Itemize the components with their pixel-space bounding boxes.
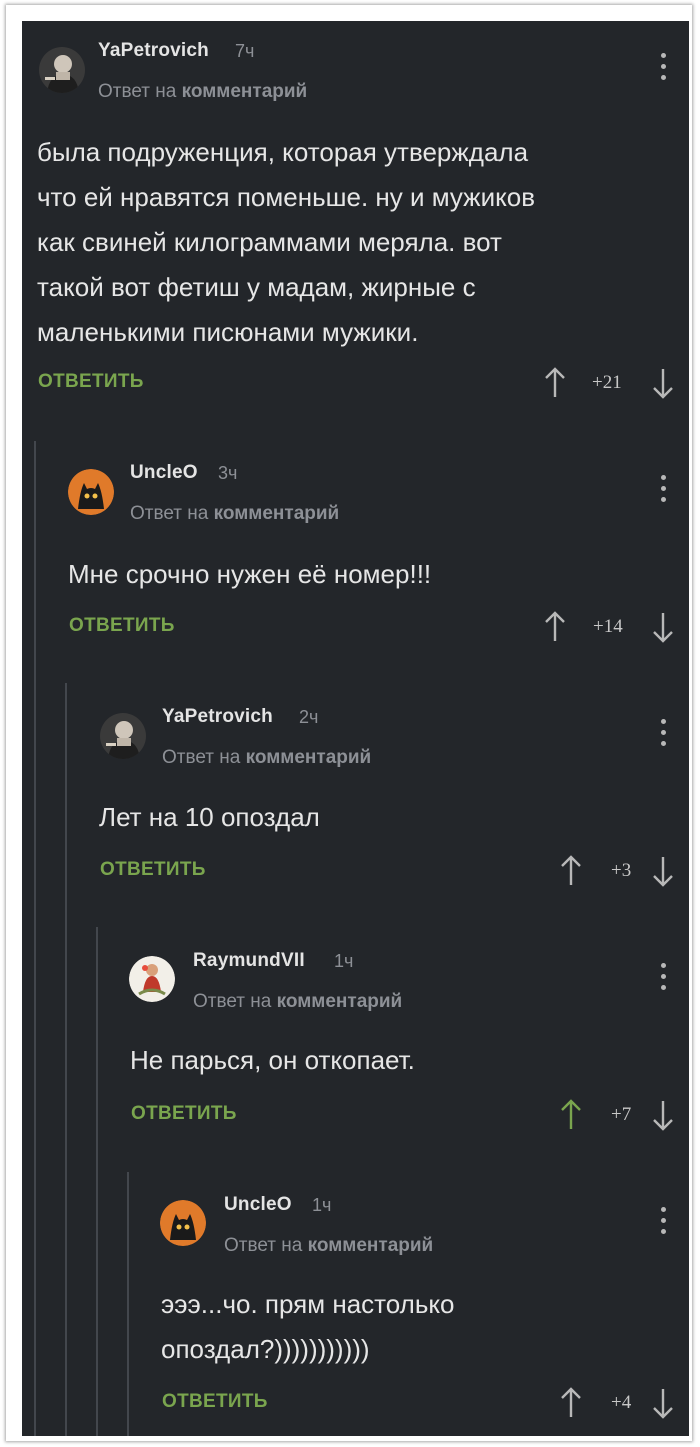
thread-line [127,1172,129,1436]
vote-count: +21 [592,372,622,393]
kebab-menu-icon[interactable] [658,475,668,509]
reply-to-line: Ответ на комментарий [162,747,371,769]
comments-screen: YaPetrovich 7ч Ответ на комментарий была… [22,21,689,1436]
reply-prefix: Ответ на [98,81,177,102]
reply-button[interactable]: ОТВЕТИТЬ [69,615,175,637]
comment-time: 1ч [334,951,354,971]
username[interactable]: UncleO [224,1194,292,1216]
thread-line [34,441,36,1436]
comment-time: 3ч [218,463,238,483]
avatar[interactable] [160,1200,206,1246]
reply-target-link[interactable]: комментарий [214,503,340,524]
vote-count: +7 [611,1104,632,1125]
kebab-menu-icon[interactable] [658,719,668,753]
thread-line [96,927,98,1436]
arrow-down-icon[interactable] [652,611,674,643]
comment-text: эээ...чо. прям настолько опоздал?)))))))… [161,1289,455,1364]
reply-target-link[interactable]: комментарий [277,991,403,1012]
thread-line [65,683,67,1436]
comment-text: Мне срочно нужен её номер!!! [68,559,432,589]
reply-prefix: Ответ на [162,747,241,768]
arrow-up-icon[interactable] [560,855,582,887]
reply-button[interactable]: ОТВЕТИТЬ [38,371,144,393]
avatar[interactable] [100,713,146,759]
reply-button[interactable]: ОТВЕТИТЬ [131,1103,237,1125]
comment-time: 1ч [312,1195,332,1215]
reply-button[interactable]: ОТВЕТИТЬ [100,859,206,881]
arrow-up-icon[interactable] [544,611,566,643]
username[interactable]: YaPetrovich [162,706,273,728]
reply-to-line: Ответ на комментарий [130,503,339,525]
reply-button[interactable]: ОТВЕТИТЬ [162,1391,268,1413]
arrow-down-icon[interactable] [652,367,674,399]
arrow-down-icon[interactable] [652,1099,674,1131]
reply-to-line: Ответ на комментарий [98,81,307,103]
username[interactable]: UncleO [130,462,198,484]
reply-to-line: Ответ на комментарий [224,1235,433,1257]
reply-target-link[interactable]: комментарий [246,747,372,768]
avatar[interactable] [39,47,85,93]
reply-prefix: Ответ на [193,991,272,1012]
vote-count: +3 [611,860,632,881]
reply-target-link[interactable]: комментарий [308,1235,434,1256]
arrow-up-icon[interactable] [544,367,566,399]
vote-count: +14 [593,616,623,637]
comment-time: 2ч [299,707,319,727]
comment-text: Не парься, он откопает. [130,1045,415,1075]
reply-target-link[interactable]: комментарий [182,81,308,102]
avatar[interactable] [129,956,175,1002]
arrow-up-icon[interactable] [560,1099,582,1131]
kebab-menu-icon[interactable] [658,1207,668,1241]
reply-prefix: Ответ на [224,1235,303,1256]
arrow-up-icon[interactable] [560,1387,582,1419]
username[interactable]: YaPetrovich [98,40,209,62]
reply-prefix: Ответ на [130,503,209,524]
username[interactable]: RaymundVII [193,950,305,972]
comment-time: 7ч [235,41,255,61]
reply-to-line: Ответ на комментарий [193,991,402,1013]
comment-text: Лет на 10 опоздал [99,802,320,832]
kebab-menu-icon[interactable] [658,963,668,997]
kebab-menu-icon[interactable] [658,53,668,87]
comment-text: была подруженция, которая утверждала что… [37,137,536,347]
arrow-down-icon[interactable] [652,1387,674,1419]
avatar[interactable] [68,469,114,515]
vote-count: +4 [611,1392,632,1413]
screenshot-frame: YaPetrovich 7ч Ответ на комментарий была… [6,5,692,1441]
arrow-down-icon[interactable] [652,855,674,887]
